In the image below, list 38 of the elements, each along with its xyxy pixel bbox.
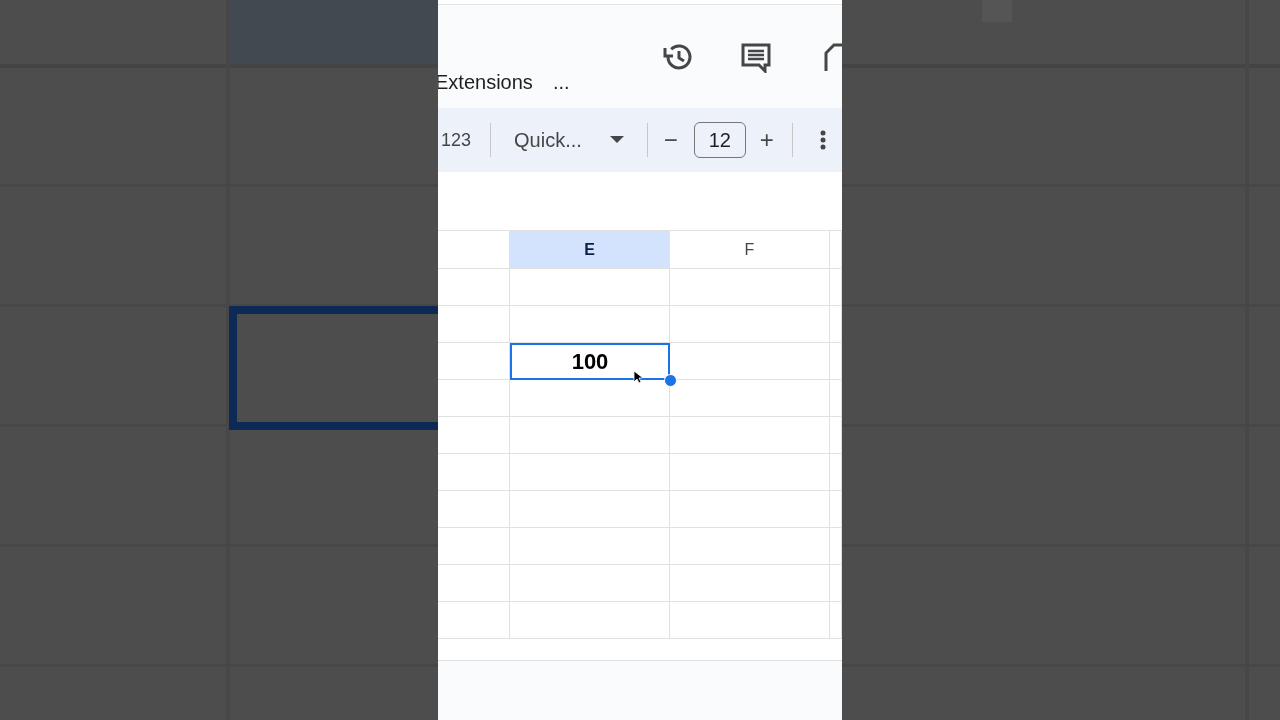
table-cell[interactable]: [438, 528, 510, 565]
table-cell[interactable]: [670, 454, 830, 491]
table-cell[interactable]: [670, 417, 830, 454]
more-icon[interactable]: [819, 130, 826, 150]
decrease-size-button[interactable]: −: [663, 122, 678, 158]
font-dropdown[interactable]: Quick...: [514, 125, 582, 155]
table-cell[interactable]: [670, 491, 830, 528]
table-cell[interactable]: [438, 491, 510, 528]
table-cell[interactable]: [510, 565, 670, 602]
fill-handle-icon[interactable]: [664, 374, 677, 387]
table-cell[interactable]: [438, 306, 510, 343]
table-cell[interactable]: [670, 380, 830, 417]
table-cell[interactable]: [438, 454, 510, 491]
table-cell[interactable]: [438, 343, 510, 380]
table-cell[interactable]: [438, 380, 510, 417]
table-cell[interactable]: [510, 528, 670, 565]
caret-icon[interactable]: [609, 136, 624, 144]
comment-icon[interactable]: [740, 41, 772, 73]
table-cell[interactable]: [670, 565, 830, 602]
table-cell[interactable]: 100: [510, 343, 670, 380]
menu-item[interactable]: ...: [553, 69, 570, 95]
cursor-icon: [633, 370, 642, 384]
table-cell[interactable]: [510, 491, 670, 528]
increase-size-button[interactable]: +: [759, 122, 774, 158]
table-cell[interactable]: [510, 269, 670, 306]
table-cell[interactable]: [510, 454, 670, 491]
table-cell[interactable]: [438, 417, 510, 454]
table-cell[interactable]: [670, 269, 830, 306]
number-format-button[interactable]: 123: [441, 126, 472, 154]
table-cell[interactable]: [438, 565, 510, 602]
table-cell[interactable]: [510, 417, 670, 454]
column-header[interactable]: F: [670, 231, 830, 269]
font-size-field[interactable]: 12: [693, 122, 746, 158]
column-header[interactable]: E: [510, 231, 670, 269]
table-cell[interactable]: [510, 306, 670, 343]
table-cell[interactable]: [438, 269, 510, 306]
table-cell[interactable]: [670, 306, 830, 343]
table-cell[interactable]: [670, 528, 830, 565]
